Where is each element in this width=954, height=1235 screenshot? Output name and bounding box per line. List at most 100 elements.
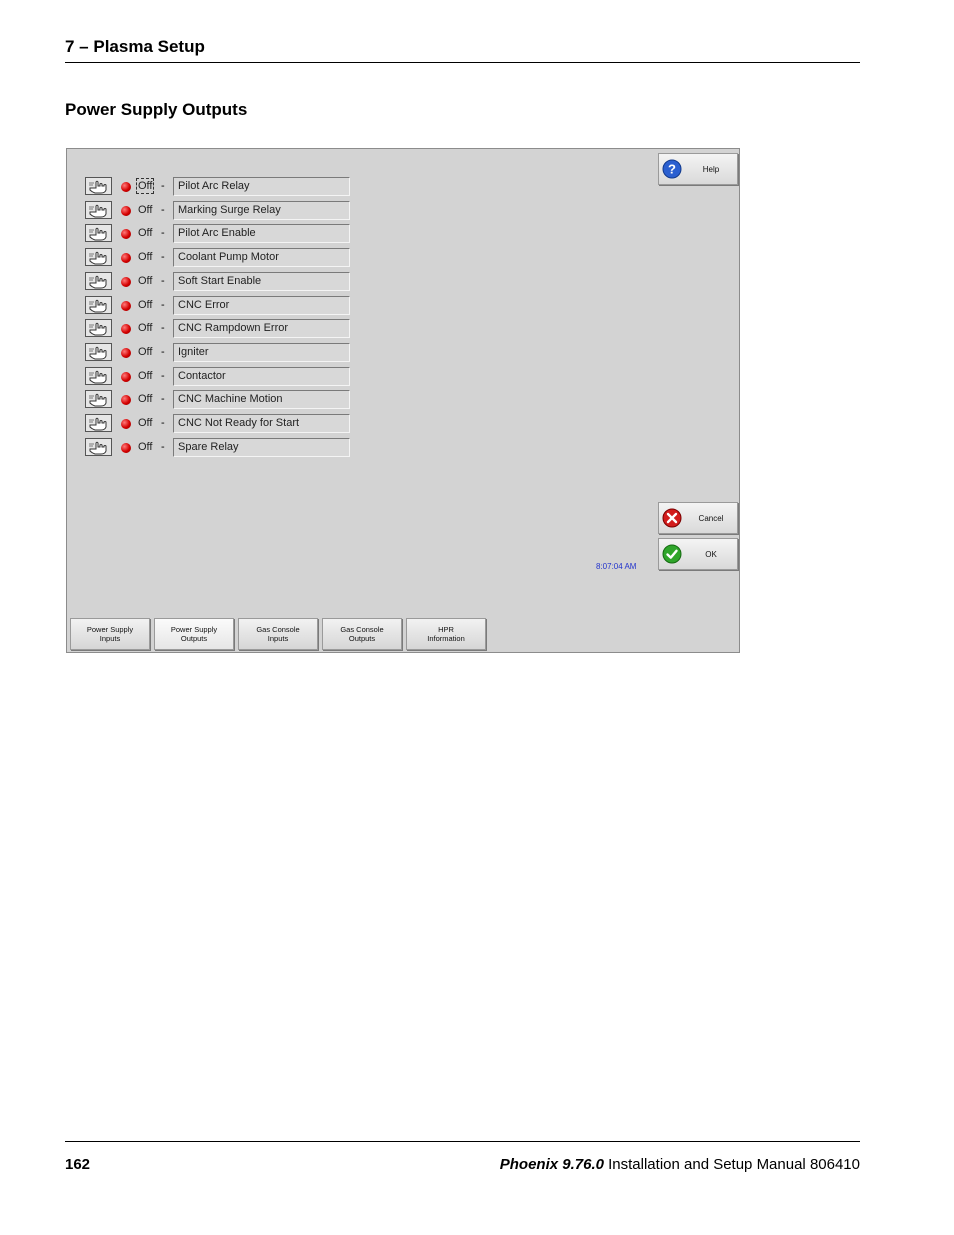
hand-toggle-icon[interactable] xyxy=(85,319,112,338)
status-led-icon xyxy=(121,395,131,406)
chapter-title: 7 – Plasma Setup xyxy=(65,37,205,56)
tab-label-line2: Inputs xyxy=(267,634,289,643)
status-led-icon xyxy=(121,229,131,240)
hand-toggle-icon[interactable] xyxy=(85,200,112,219)
tab-label-line1: Gas Console xyxy=(340,625,384,634)
svg-text:?: ? xyxy=(668,162,676,177)
tab-label-line2: Inputs xyxy=(99,634,121,643)
output-name-field: Pilot Arc Relay xyxy=(173,177,350,196)
manual-title: Installation and Setup Manual xyxy=(608,1156,806,1173)
output-row: Off - Pilot Arc Relay xyxy=(85,177,355,197)
separator-dash: - xyxy=(161,203,165,216)
tab-gas-console-outputs[interactable]: Gas Console Outputs xyxy=(322,618,402,650)
separator-dash: - xyxy=(161,227,165,240)
status-led-icon xyxy=(121,276,131,287)
tab-gas-console-inputs[interactable]: Gas Console Inputs xyxy=(238,618,318,650)
tab-label-line2: Outputs xyxy=(348,634,376,643)
separator-dash: - xyxy=(161,369,165,382)
output-row: Off - Igniter xyxy=(85,342,355,363)
tab-label-line2: Outputs xyxy=(180,634,208,643)
status-led-icon xyxy=(121,300,131,311)
separator-dash: - xyxy=(161,251,165,264)
output-name-field: Igniter xyxy=(173,342,350,362)
help-icon: ? xyxy=(662,159,682,179)
output-state: Off xyxy=(135,178,155,194)
tab-power-supply-inputs[interactable]: Power Supply Inputs xyxy=(70,618,150,650)
product-name: Phoenix 9.76.0 xyxy=(499,1156,604,1173)
output-row: Off - Soft Start Enable xyxy=(85,271,355,292)
separator-dash: - xyxy=(161,180,165,192)
hand-toggle-icon[interactable] xyxy=(85,271,112,290)
output-row: Off - CNC Machine Motion xyxy=(85,390,355,410)
tab-label-line2: Information xyxy=(427,634,465,643)
hand-toggle-icon[interactable] xyxy=(85,177,112,195)
output-row: Off - Coolant Pump Motor xyxy=(85,248,355,268)
output-state: Off xyxy=(138,369,153,382)
section-title: Power Supply Outputs xyxy=(65,100,248,119)
separator-dash: - xyxy=(161,417,165,429)
output-row: Off - CNC Not Ready for Start xyxy=(85,414,355,434)
output-row: Off - Spare Relay xyxy=(85,437,355,458)
ok-label: OK xyxy=(705,549,717,559)
tab-hpr-information[interactable]: HPR Information xyxy=(406,618,486,650)
output-row: Off - Pilot Arc Enable xyxy=(85,224,355,244)
output-state: Off xyxy=(138,417,153,429)
output-state: Off xyxy=(138,274,153,287)
tab-label-line1: Power Supply xyxy=(170,625,218,634)
footer-rule xyxy=(65,1141,860,1142)
hand-toggle-icon[interactable] xyxy=(85,437,112,456)
tab-label-line1: Power Supply xyxy=(86,625,134,634)
hand-toggle-icon[interactable] xyxy=(85,366,112,385)
hand-toggle-icon[interactable] xyxy=(85,342,112,361)
tab-label-line1: Gas Console xyxy=(256,625,300,634)
output-name-field: Contactor xyxy=(173,366,350,386)
hand-toggle-icon[interactable] xyxy=(85,295,112,314)
output-name-field: CNC Rampdown Error xyxy=(173,319,350,339)
cancel-label: Cancel xyxy=(698,513,724,523)
hand-toggle-icon[interactable] xyxy=(85,390,112,409)
power-supply-outputs-screen: Off - Pilot Arc Relay Off - Marking Surge Rel… xyxy=(66,148,740,653)
output-state: Off xyxy=(138,440,153,453)
tab-label-line1: HPR xyxy=(438,625,454,634)
status-led-icon xyxy=(121,205,131,216)
output-state: Off xyxy=(138,203,153,216)
part-number: 806410 xyxy=(809,1156,860,1173)
output-state: Off xyxy=(138,227,153,240)
status-led-icon xyxy=(121,182,131,192)
output-row: Off - CNC Rampdown Error xyxy=(85,319,355,339)
cancel-button[interactable]: Cancel xyxy=(658,502,738,534)
hand-toggle-icon[interactable] xyxy=(85,414,112,432)
checkmark-icon xyxy=(662,544,682,564)
output-name-field: Marking Surge Relay xyxy=(173,200,350,220)
hand-toggle-icon[interactable] xyxy=(85,224,112,243)
output-state: Off xyxy=(138,393,153,406)
output-name-field: Soft Start Enable xyxy=(173,271,350,291)
output-name-field: Coolant Pump Motor xyxy=(173,248,350,268)
status-led-icon xyxy=(121,371,131,382)
output-name-field: CNC Not Ready for Start xyxy=(173,414,350,433)
hand-toggle-icon[interactable] xyxy=(85,248,112,267)
footer-manual-info: Phoenix 9.76.0 Installation and Setup Ma… xyxy=(500,1156,860,1173)
separator-dash: - xyxy=(161,298,165,311)
page-number: 162 xyxy=(65,1156,91,1173)
help-label: Help xyxy=(702,164,720,174)
help-button[interactable]: ? Help xyxy=(658,153,738,185)
separator-dash: - xyxy=(161,274,165,287)
separator-dash: - xyxy=(161,393,165,406)
tab-power-supply-outputs[interactable]: Power Supply Outputs xyxy=(154,618,234,650)
clock-display: 8:07:04 AM xyxy=(596,562,637,571)
output-state: Off xyxy=(138,345,153,358)
separator-dash: - xyxy=(161,322,165,335)
cancel-icon xyxy=(662,508,682,528)
output-state: Off xyxy=(138,251,153,264)
status-led-icon xyxy=(121,347,131,358)
status-led-icon xyxy=(121,253,131,264)
output-row: Off - CNC Error xyxy=(85,295,355,316)
output-name-field: CNC Error xyxy=(173,295,350,315)
output-row: Off - Contactor xyxy=(85,366,355,387)
output-row: Off - Marking Surge Relay xyxy=(85,200,355,221)
output-state: Off xyxy=(138,298,153,311)
status-led-icon xyxy=(121,324,131,335)
output-name-field: Pilot Arc Enable xyxy=(173,224,350,244)
ok-button[interactable]: OK xyxy=(658,538,738,570)
